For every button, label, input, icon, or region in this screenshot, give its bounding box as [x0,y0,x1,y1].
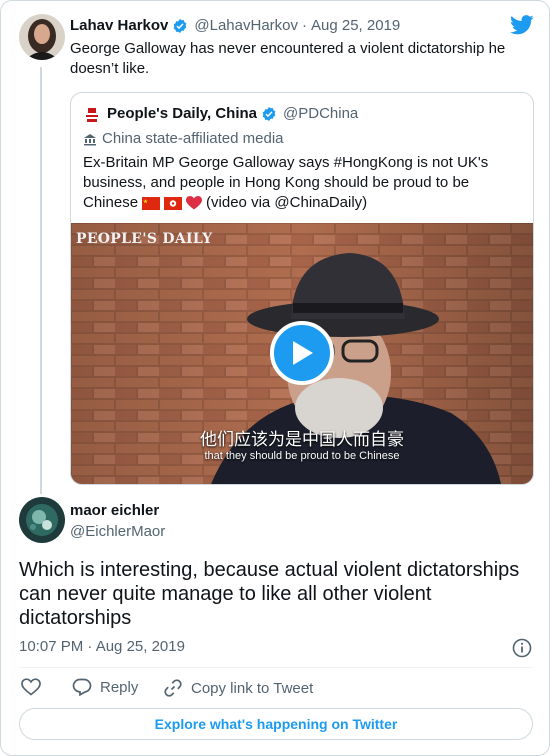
copy-link-button[interactable]: Copy link to Tweet [163,678,313,698]
embedded-tweet-card: Lahav Harkov @LahavHarkov · Aug 25, 2019… [0,0,550,756]
video-watermark: PEOPLE'S DAILY [76,231,213,247]
quote-author-name[interactable]: People's Daily, China [107,105,257,122]
flag-cn-icon [142,196,161,210]
avatar-lahav-harkov[interactable] [19,14,65,60]
reply-author-name[interactable]: maor eichler [70,502,159,519]
tweet-date[interactable]: Aug 25, 2019 [311,17,400,34]
tweet-text: George Galloway has never encountered a … [70,40,506,77]
explore-twitter-button[interactable]: Explore what's happening on Twitter [19,708,533,740]
reply-button[interactable]: Reply [72,678,138,696]
reply-timestamp[interactable]: 10:07 PM · Aug 25, 2019 [19,638,185,655]
separator-dot: · [302,17,307,34]
info-icon[interactable] [512,638,532,658]
reply-text-line-1: Which is interesting, because actual vio… [19,559,520,581]
author-name[interactable]: Lahav Harkov [70,17,168,34]
quote-text-suffix: (video via @ChinaDaily) [206,194,368,211]
video-subtitle-english: that they should be proud to be Chinese [204,450,400,462]
quote-author-handle[interactable]: @PDChina [283,105,358,122]
state-media-label[interactable]: China state-affiliated media [83,130,284,147]
quote-header: People's Daily, China @PDChina [107,105,358,122]
flag-hk-icon [164,196,183,210]
reply-author-handle[interactable]: @EichlerMaor [70,523,165,540]
video-subtitle-chinese: 他们应该为是中国人而自豪 [200,430,404,450]
avatar-maor-eichler[interactable] [19,497,65,543]
quote-text-line-2: business, and people in Hong Kong should… [83,174,470,191]
reply-button-label: Reply [100,678,139,696]
avatar-peoples-daily[interactable] [82,105,102,125]
reply-text-line-2: can never quite manage to like all other… [19,583,432,605]
state-media-text: China state-affiliated media [102,130,284,147]
play-icon [293,341,313,365]
reply-bubble-icon [72,678,92,696]
thread-connector-line [40,67,42,494]
action-divider [19,667,533,668]
quoted-tweet[interactable]: People's Daily, China @PDChina China sta… [70,92,534,485]
verified-badge-icon [174,18,187,33]
verified-badge-icon [262,106,276,121]
copy-link-label: Copy link to Tweet [191,679,314,697]
play-button[interactable] [270,321,334,385]
explore-label: Explore what's happening on Twitter [154,716,398,732]
tweet-header: Lahav Harkov @LahavHarkov · Aug 25, 2019 [70,17,400,34]
quote-text-prefix: Chinese [83,194,139,211]
state-media-icon [84,133,96,145]
video-thumbnail[interactable]: PEOPLE'S DAILY 他们应该为是中国人而自豪 that they sh… [71,223,533,484]
like-button[interactable] [21,678,41,696]
reply-text-line-3: dictatorships [19,607,132,629]
quote-text-line-1: Ex-Britain MP George Galloway says #Hong… [83,154,489,171]
quote-text-line-3: Chinese (video via @ChinaDaily) [83,193,367,213]
heart-icon [21,678,41,696]
link-icon [164,679,182,697]
twitter-bird-icon[interactable] [510,15,534,35]
author-handle[interactable]: @LahavHarkov [194,17,298,34]
red-heart-icon [186,196,203,210]
